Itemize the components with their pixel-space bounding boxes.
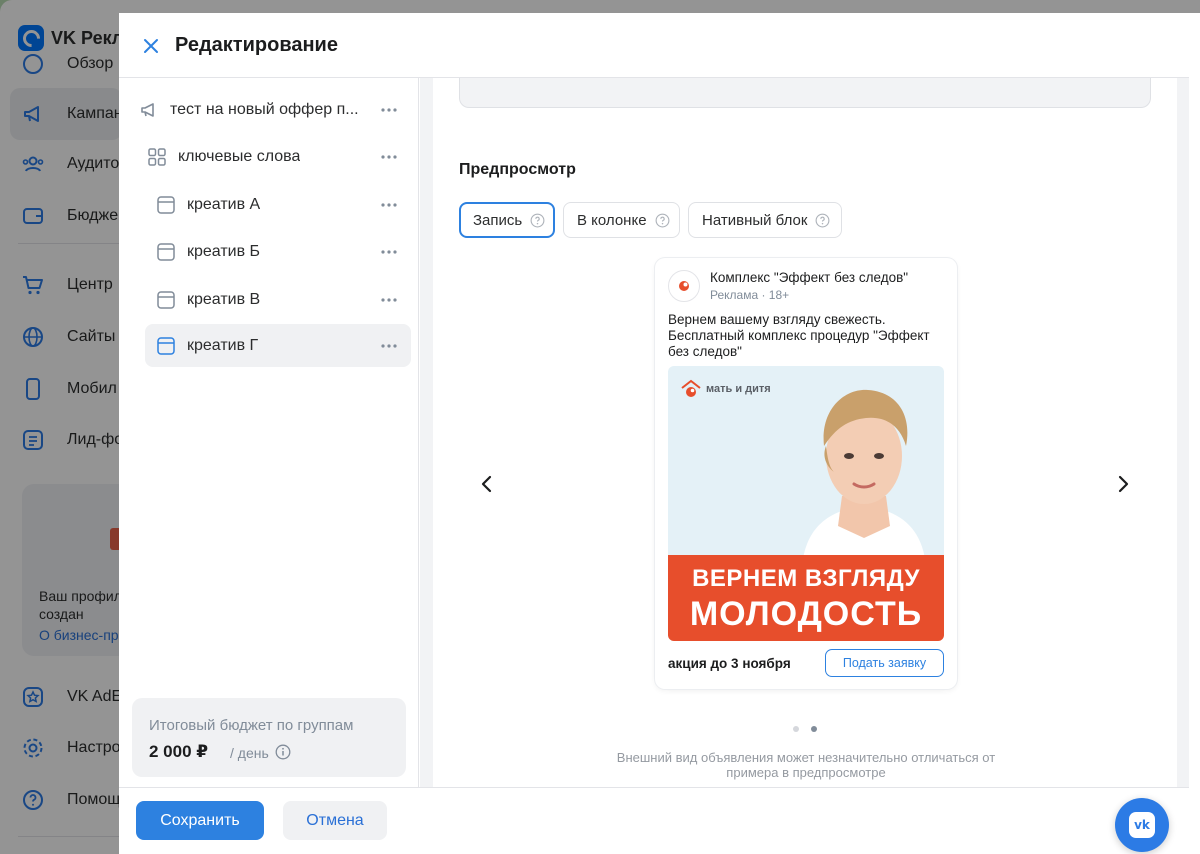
house-logo-icon [681, 379, 701, 397]
tree-item-label: тест на новый оффер п... [170, 100, 359, 118]
more-icon[interactable] [379, 242, 399, 262]
budget-unit: / день [230, 745, 269, 761]
modal-title: Редактирование [175, 34, 338, 56]
tab-label: Запись [473, 211, 523, 229]
question-icon[interactable] [530, 213, 545, 228]
edit-modal: Редактирование тест на новый оффер п... … [119, 13, 1189, 854]
tree-item-creative-b[interactable]: креатив Б [145, 230, 411, 273]
settings-field[interactable] [459, 78, 1151, 108]
total-budget-box: Итоговый бюджет по группам 2 000 ₽ / ден… [132, 698, 406, 777]
close-icon[interactable] [141, 36, 161, 56]
ad-text: Вернем вашему взгляду свежесть. Бесплатн… [668, 312, 930, 359]
tree-item-label: креатив В [187, 290, 261, 308]
preview-section: Предпросмотр Запись В колонке Нативный б… [433, 133, 1177, 790]
creative-icon [156, 242, 176, 262]
ad-image: мать и дитя ВЕРНЕМ ВЗГЛЯДУ МОЛОДОСТЬ [668, 366, 944, 641]
ad-banner: ВЕРНЕМ ВЗГЛЯДУ МОЛОДОСТЬ [668, 555, 944, 641]
tree-item-campaign[interactable]: тест на новый оффер п... [133, 88, 411, 131]
tree-item-creative-a[interactable]: креатив А [145, 183, 411, 226]
structure-tree: тест на новый оффер п... ключевые слова … [119, 78, 419, 790]
tree-item-label: креатив А [187, 195, 261, 213]
info-icon[interactable] [275, 744, 291, 760]
tab-native-block[interactable]: Нативный блок [688, 202, 842, 238]
advertiser-avatar [668, 270, 700, 302]
vk-logo-icon: vk [1129, 812, 1155, 838]
tree-item-group[interactable]: ключевые слова [141, 135, 411, 178]
woman-portrait-illustration [802, 389, 926, 566]
creative-icon [156, 290, 176, 310]
pager-dot[interactable] [793, 726, 799, 732]
ad-preview: Комплекс "Эффект без следов" Реклама · 1… [655, 258, 957, 689]
modal-footer: Сохранить Отмена [119, 787, 1189, 854]
vk-support-button[interactable]: vk [1115, 798, 1169, 852]
more-icon[interactable] [379, 290, 399, 310]
window-edge [1189, 13, 1200, 854]
ad-meta: Реклама · 18+ [710, 288, 790, 302]
chevron-right-icon[interactable] [1111, 472, 1135, 496]
creative-icon [156, 195, 176, 215]
tab-post[interactable]: Запись [459, 202, 555, 238]
more-icon[interactable] [379, 336, 399, 356]
creative-icon [156, 336, 176, 356]
settings-card [433, 78, 1177, 133]
tree-item-creative-v[interactable]: креатив В [145, 278, 411, 321]
banner-line2: МОЛОДОСТЬ [689, 595, 923, 633]
budget-title: Итоговый бюджет по группам [149, 717, 354, 734]
ad-logo-text: мать и дитя [706, 383, 771, 395]
more-icon[interactable] [379, 100, 399, 120]
grid-icon [147, 147, 167, 167]
preview-title: Предпросмотр [459, 161, 576, 178]
preview-pager [793, 726, 817, 732]
tab-label: В колонке [577, 211, 647, 229]
save-button[interactable]: Сохранить [136, 801, 264, 840]
tab-label: Нативный блок [702, 211, 808, 229]
ad-footer-text: акция до 3 ноября [668, 656, 791, 671]
tab-column[interactable]: В колонке [563, 202, 680, 238]
chevron-left-icon[interactable] [475, 472, 499, 496]
question-icon[interactable] [655, 213, 670, 228]
ad-image-logo: мать и дитя [680, 379, 771, 399]
cancel-button[interactable]: Отмена [283, 801, 387, 840]
preview-disclaimer: Внешний вид объявления может незначитель… [616, 750, 996, 780]
pager-dot-active[interactable] [811, 726, 817, 732]
budget-value: 2 000 ₽ [149, 742, 209, 761]
tree-item-creative-g[interactable]: креатив Г [145, 324, 411, 367]
question-icon[interactable] [815, 213, 830, 228]
apply-button[interactable]: Подать заявку [825, 649, 944, 677]
advertiser-name: Комплекс "Эффект без следов" [710, 270, 909, 285]
banner-line1: ВЕРНЕМ ВЗГЛЯДУ [692, 565, 920, 592]
tree-item-label: креатив Г [187, 336, 259, 354]
more-icon[interactable] [379, 147, 399, 167]
more-icon[interactable] [379, 195, 399, 215]
megaphone-icon [139, 100, 159, 120]
settings-panel: Предпросмотр Запись В колонке Нативный б… [420, 78, 1189, 790]
tree-item-label: ключевые слова [178, 147, 301, 165]
modal-header: Редактирование [119, 13, 1189, 78]
tree-item-label: креатив Б [187, 242, 261, 260]
